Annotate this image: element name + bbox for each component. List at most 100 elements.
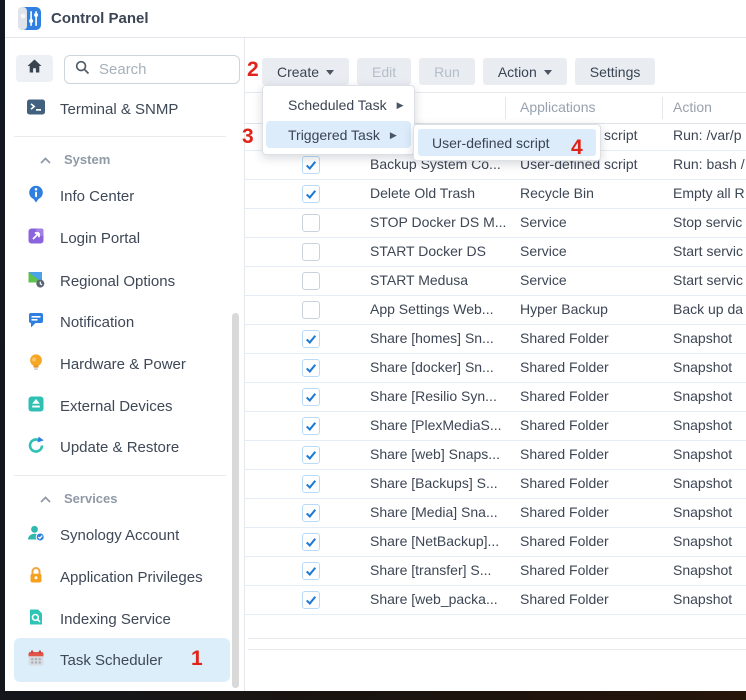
row-enabled-checkbox[interactable] <box>302 591 320 609</box>
column-divider <box>505 97 506 119</box>
task-name: START Docker DS <box>370 243 486 259</box>
titlebar: Control Panel <box>5 0 746 38</box>
sidebar-item-label: Hardware & Power <box>60 356 186 373</box>
column-header-action[interactable]: Action <box>673 99 712 115</box>
row-enabled-checkbox[interactable] <box>302 272 320 290</box>
sidebar-item-application-privileges[interactable]: Application Privileges <box>14 558 230 596</box>
create-dropdown-menu: Scheduled Task ▶ Triggered Task ▶ <box>262 85 415 155</box>
table-row[interactable]: Share [web] Snaps...Shared FolderSnapsho… <box>245 441 746 470</box>
external-devices-icon <box>27 395 45 417</box>
task-applications: Shared Folder <box>520 533 609 549</box>
table-row[interactable]: Share [docker] Sn... Shared Folder Snapsho… <box>245 354 746 383</box>
table-row[interactable]: STOP Docker DS M...ServiceStop servic <box>245 209 746 238</box>
page-title: Control Panel <box>51 10 149 27</box>
row-enabled-checkbox[interactable] <box>302 417 320 435</box>
table-row[interactable]: Share [Resilio Syn...Shared FolderSnapsh… <box>245 383 746 412</box>
row-enabled-checkbox[interactable] <box>302 185 320 203</box>
task-applications: Service <box>520 214 567 230</box>
sidebar-item-update-restore[interactable]: Update & Restore <box>14 428 230 466</box>
task-action: Snapshot <box>673 417 746 433</box>
annotation-step-2: 2 <box>247 59 259 80</box>
task-name: Share [docker] Sn... <box>370 359 494 375</box>
table-row[interactable]: START MedusaServiceStart servic <box>245 267 746 296</box>
table-row[interactable]: Share [homes] Sn...Shared FolderSnapshot <box>245 325 746 354</box>
create-button[interactable]: Create <box>262 58 349 85</box>
sidebar-scrollbar[interactable] <box>232 313 239 688</box>
action-button[interactable]: Action <box>483 58 567 85</box>
task-action: Empty all R <box>673 185 746 201</box>
task-applications: Hyper Backup <box>520 301 608 317</box>
search-box <box>64 55 240 84</box>
search-input[interactable] <box>97 60 219 79</box>
sidebar-section-system[interactable]: System <box>14 147 230 171</box>
table-row[interactable]: Share [NetBackup]...Shared FolderSnapsho… <box>245 528 746 557</box>
task-name: Delete Old Trash <box>370 185 475 201</box>
table-row[interactable]: Share [web_packa...Shared FolderSnapshot <box>245 586 746 615</box>
sidebar-item-info-center[interactable]: Info Center <box>14 177 230 215</box>
sidebar-section-services[interactable]: Services <box>14 486 230 510</box>
task-action: Snapshot <box>673 359 746 375</box>
row-enabled-checkbox[interactable] <box>302 446 320 464</box>
row-enabled-checkbox[interactable] <box>302 330 320 348</box>
sidebar-item-hardware-power[interactable]: Hardware & Power <box>14 345 230 383</box>
row-enabled-checkbox[interactable] <box>302 533 320 551</box>
row-enabled-checkbox[interactable] <box>302 214 320 232</box>
row-enabled-checkbox[interactable] <box>302 504 320 522</box>
table-row[interactable]: Share [PlexMediaS... Shared Folder Snapsho… <box>245 412 746 441</box>
control-panel-window: Control Panel <box>5 0 746 691</box>
task-action: Start servic <box>673 272 746 288</box>
sidebar-item-regional-options[interactable]: Regional Options <box>14 262 230 300</box>
task-action: Snapshot <box>673 562 746 578</box>
search-icon <box>75 60 90 80</box>
regional-options-icon <box>27 270 45 292</box>
chevron-up-icon <box>40 491 51 506</box>
sidebar-item-synology-account[interactable]: Synology Account <box>14 516 230 554</box>
annotation-step-4: 4 <box>571 137 583 158</box>
sidebar-item-login-portal[interactable]: Login Portal <box>14 219 230 257</box>
row-enabled-checkbox[interactable] <box>302 156 320 174</box>
sidebar-item-label: Task Scheduler <box>60 652 163 669</box>
row-enabled-checkbox[interactable] <box>302 243 320 261</box>
table-row[interactable]: START Docker DSServiceStart servic <box>245 238 746 267</box>
sidebar-item-terminal-snmp[interactable]: Terminal & SNMP <box>14 90 230 128</box>
task-applications: Shared Folder <box>520 359 609 375</box>
task-table-body: User-defined scriptRun: /var/pBackup Sys… <box>245 122 746 615</box>
row-enabled-checkbox[interactable] <box>302 359 320 377</box>
run-button[interactable]: Run <box>419 58 475 85</box>
task-action: Snapshot <box>673 504 746 520</box>
info-center-icon <box>27 185 45 207</box>
menu-item-scheduled-task[interactable]: Scheduled Task ▶ <box>266 91 411 118</box>
chevron-down-icon <box>326 70 334 75</box>
task-name: Share [Backups] S... <box>370 475 498 491</box>
task-name: Share [web_packa... <box>370 591 498 607</box>
table-row[interactable]: App Settings Web...Hyper BackupBack up d… <box>245 296 746 325</box>
task-name: Share [PlexMediaS... <box>370 417 502 433</box>
row-enabled-checkbox[interactable] <box>302 301 320 319</box>
menu-item-triggered-task[interactable]: Triggered Task ▶ <box>266 121 411 148</box>
settings-button[interactable]: Settings <box>575 58 656 85</box>
task-applications: Shared Folder <box>520 417 609 433</box>
sidebar-item-label: Regional Options <box>60 273 175 290</box>
task-name: Share [Media] Sna... <box>370 504 498 520</box>
row-enabled-checkbox[interactable] <box>302 562 320 580</box>
row-enabled-checkbox[interactable] <box>302 475 320 493</box>
sidebar-item-label: Indexing Service <box>60 611 171 628</box>
table-row[interactable]: Share [Backups] S...Shared FolderSnapsho… <box>245 470 746 499</box>
table-row[interactable]: Share [transfer] S...Shared FolderSnapsh… <box>245 557 746 586</box>
task-applications: Shared Folder <box>520 562 609 578</box>
table-row[interactable]: Delete Old TrashRecycle BinEmpty all R <box>245 180 746 209</box>
task-name: Share [web] Snaps... <box>370 446 500 462</box>
sidebar-item-external-devices[interactable]: External Devices <box>14 387 230 425</box>
home-button[interactable] <box>16 55 53 82</box>
sidebar-item-notification[interactable]: Notification <box>14 303 230 341</box>
sidebar-item-label: Login Portal <box>60 230 140 247</box>
table-row[interactable]: Share [Media] Sna...Shared FolderSnapsho… <box>245 499 746 528</box>
edit-button[interactable]: Edit <box>357 58 411 85</box>
annotation-step-1: 1 <box>191 648 203 669</box>
column-header-applications[interactable]: Applications <box>520 99 596 115</box>
row-enabled-checkbox[interactable] <box>302 388 320 406</box>
sidebar-item-indexing-service[interactable]: Indexing Service <box>14 600 230 638</box>
sidebar-item-label: Synology Account <box>60 527 179 544</box>
main-content: Create Edit Run Action Settings Applic <box>245 38 746 691</box>
menu-item-user-defined-script[interactable]: User-defined script <box>418 129 596 156</box>
